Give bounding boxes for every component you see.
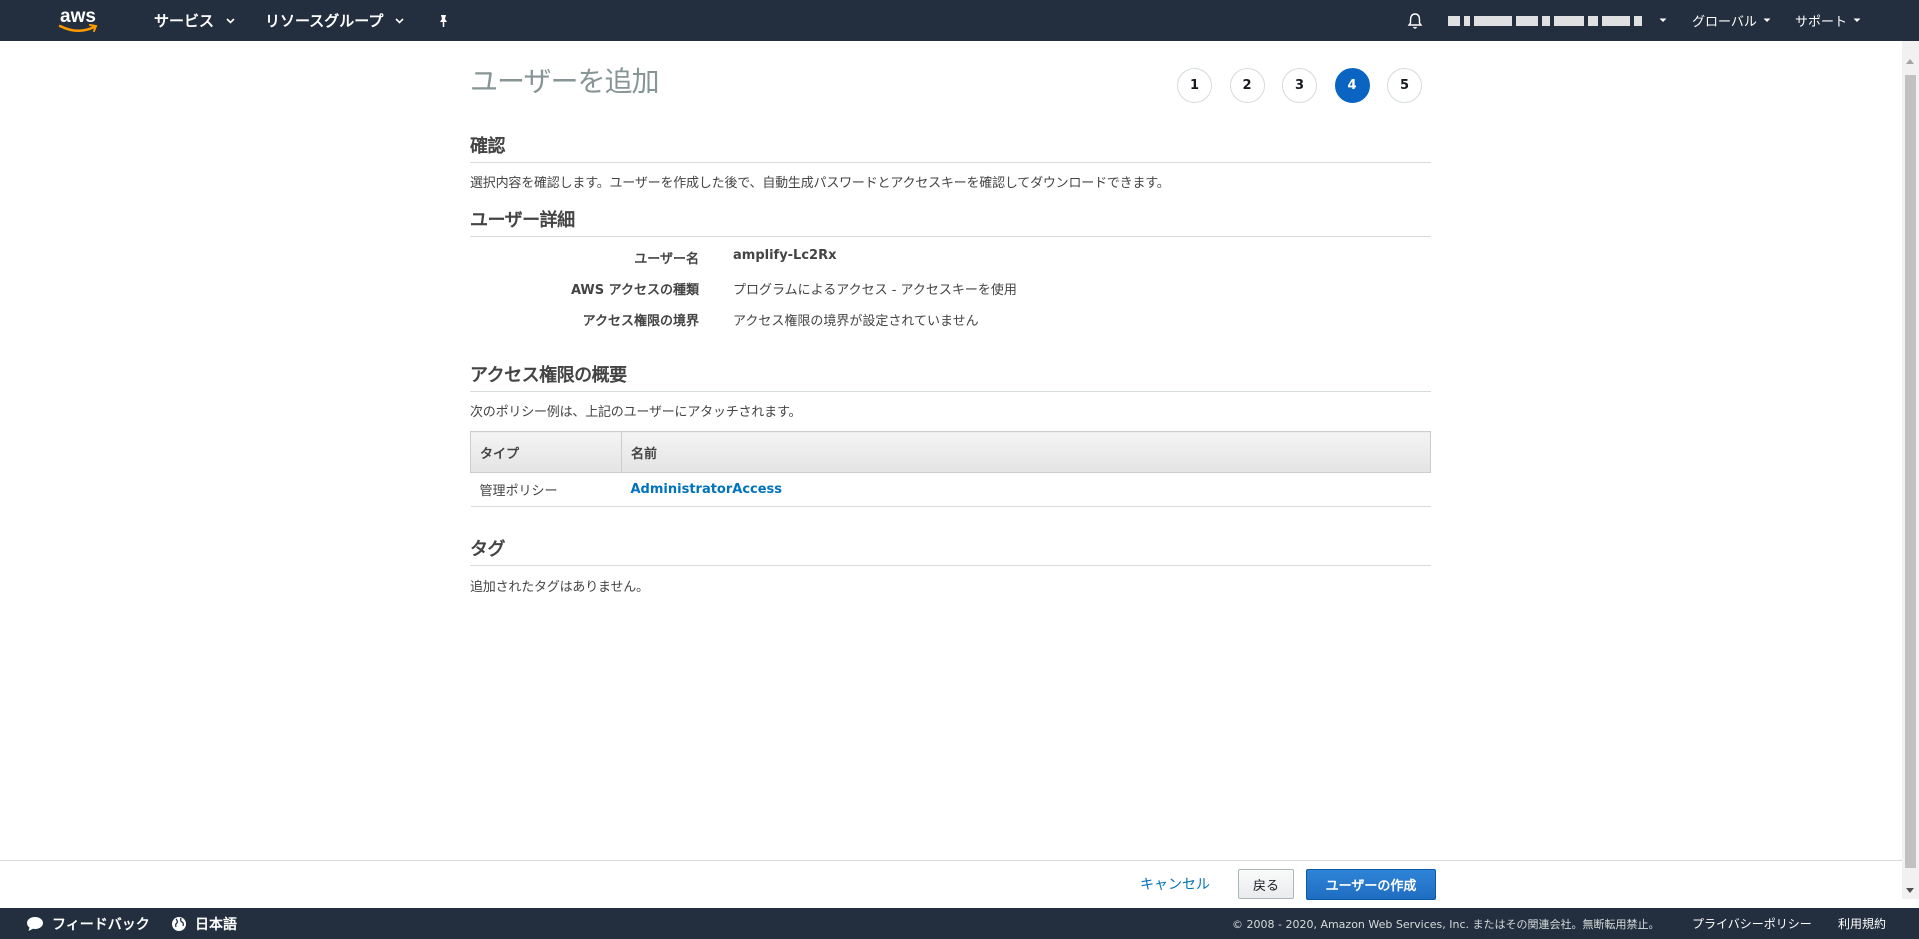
scroll-up-arrow-icon[interactable] [1906,59,1914,64]
step-1[interactable]: 1 [1177,68,1212,103]
services-menu[interactable]: サービス [154,0,235,41]
services-label: サービス [154,12,215,30]
access-type-label: AWS アクセスの種類 [570,283,699,298]
wizard-steps: 1 2 3 4 5 [1177,68,1440,103]
back-button[interactable]: 戻る [1238,869,1294,899]
aws-logo[interactable]: aws [58,4,104,36]
permissions-summary-section-title: アクセス権限の概要 [470,361,1431,392]
user-details-section-title: ユーザー詳細 [470,206,1431,237]
top-navigation: aws サービス リソースグループ グローバル サポート [0,0,1919,41]
footer: フィードバック 日本語 © 2008 - 2020, Amazon Web Se… [0,908,1919,939]
language-label: 日本語 [195,916,237,933]
copyright-text: © 2008 - 2020, Amazon Web Services, Inc.… [1232,917,1660,931]
page-title: ユーザーを追加 [470,65,659,98]
table-header-row: タイプ 名前 [470,431,1431,473]
review-section-title: 確認 [470,132,1431,163]
step-3[interactable]: 3 [1282,68,1317,103]
globe-icon [171,916,187,932]
detail-row-username: ユーザー名 amplify-Lc2Rx [470,248,1431,267]
chevron-down-icon [395,17,404,24]
resource-groups-label: リソースグループ [265,12,384,30]
chevron-down-icon [1853,18,1861,23]
policy-name-cell: AdministratorAccess [621,472,1431,507]
scroll-down-arrow-icon[interactable] [1906,888,1914,893]
step-5[interactable]: 5 [1387,68,1422,103]
scrollbar-thumb[interactable] [1905,75,1916,868]
wizard-action-bar: キャンセル 戻る ユーザーの作成 [0,860,1902,908]
step-4-active[interactable]: 4 [1334,68,1370,103]
chevron-down-icon [1659,18,1667,23]
permissions-description: 次のポリシー例は、上記のユーザーにアタッチされます。 [470,405,802,420]
cancel-button[interactable]: キャンセル [1140,874,1210,894]
account-name-redacted [1448,14,1653,28]
column-header-type: タイプ [470,431,622,473]
permissions-boundary-value: アクセス権限の境界が設定されていません [733,314,979,329]
speech-bubble-icon [26,916,44,932]
username-value: amplify-Lc2Rx [733,248,837,263]
bell-icon[interactable] [1407,0,1423,41]
step-2[interactable]: 2 [1229,68,1265,103]
tags-empty-message: 追加されたタグはありません。 [470,580,649,595]
feedback-link[interactable]: フィードバック [26,908,150,939]
feedback-label: フィードバック [52,916,150,933]
column-header-name: 名前 [621,431,1431,473]
aws-smile-icon [58,24,98,32]
region-label: グローバル [1692,15,1757,30]
permissions-boundary-label: アクセス権限の境界 [582,314,699,329]
support-menu[interactable]: サポート [1795,0,1861,41]
account-menu[interactable] [1448,0,1667,41]
table-row: 管理ポリシー AdministratorAccess [470,472,1431,507]
vertical-scrollbar[interactable] [1902,41,1919,899]
privacy-policy-link[interactable]: プライバシーポリシー [1692,908,1812,939]
chevron-down-icon [226,17,235,24]
resource-groups-menu[interactable]: リソースグループ [265,0,404,41]
terms-of-use-link[interactable]: 利用規約 [1838,908,1886,939]
policy-type-cell: 管理ポリシー [470,472,622,507]
detail-row-access-type: AWS アクセスの種類 プログラムによるアクセス - アクセスキーを使用 [470,279,1431,298]
access-type-value: プログラムによるアクセス - アクセスキーを使用 [733,283,1017,298]
tags-section-title: タグ [470,535,1431,566]
review-description: 選択内容を確認します。ユーザーを作成した後で、自動生成パスワードとアクセスキーを… [470,176,1170,191]
policy-name-link[interactable]: AdministratorAccess [631,482,783,497]
support-label: サポート [1795,15,1848,30]
language-selector[interactable]: 日本語 [171,908,237,939]
policy-table: タイプ 名前 管理ポリシー AdministratorAccess [470,431,1431,507]
region-menu[interactable]: グローバル [1692,0,1771,41]
pin-icon[interactable] [436,0,450,41]
create-user-button[interactable]: ユーザーの作成 [1306,869,1436,900]
chevron-down-icon [1763,18,1771,23]
username-label: ユーザー名 [634,252,699,267]
detail-row-permissions-boundary: アクセス権限の境界 アクセス権限の境界が設定されていません [470,310,1431,329]
